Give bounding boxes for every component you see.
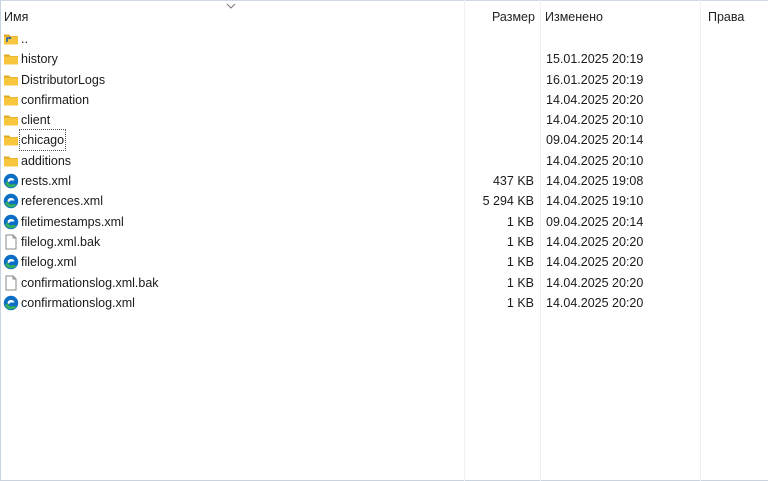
file-size <box>470 110 534 130</box>
list-item[interactable]: chicago 09.04.2025 20:14 <box>0 129 768 152</box>
file-modified: 15.01.2025 20:19 <box>546 52 644 67</box>
file-size: 1 KB <box>506 234 534 249</box>
column-header: Имя Размер Изменено Права <box>0 6 768 28</box>
file-modified: 14.04.2025 19:10 <box>546 194 644 209</box>
column-header-name[interactable]: Имя <box>4 6 28 28</box>
folder-icon <box>3 92 19 108</box>
file-name: client <box>21 113 51 128</box>
file-modified: 09.04.2025 20:14 <box>546 133 644 148</box>
file-size <box>470 151 534 171</box>
list-item[interactable]: confirmation 14.04.2025 20:20 <box>0 90 768 110</box>
list-item[interactable]: client 14.04.2025 20:10 <box>0 110 768 130</box>
list-item[interactable]: filetimestamps.xml 1 KB 09.04.2025 20:14 <box>0 212 768 232</box>
list-item[interactable]: .. <box>0 29 768 49</box>
file-name: rests.xml <box>21 174 71 189</box>
file-size: 437 KB <box>492 174 534 189</box>
file-name: .. <box>21 32 28 46</box>
file-modified: 16.01.2025 20:19 <box>546 72 644 87</box>
file-name: confirmationslog.xml.bak <box>21 275 159 290</box>
parent-folder-icon <box>3 31 19 47</box>
list-item[interactable]: filelog.xml.bak 1 KB 14.04.2025 20:20 <box>0 232 768 252</box>
list-item[interactable]: additions 14.04.2025 20:10 <box>0 151 768 171</box>
folder-icon <box>3 112 19 128</box>
column-header-modified[interactable]: Изменено <box>545 6 603 28</box>
list-item[interactable]: history 15.01.2025 20:19 <box>0 49 768 69</box>
file-size: 1 KB <box>506 295 534 310</box>
list-item[interactable]: filelog.xml 1 KB 14.04.2025 20:20 <box>0 252 768 272</box>
file-size <box>470 29 534 49</box>
edge-file-icon <box>3 295 19 311</box>
file-modified: 14.04.2025 20:20 <box>546 255 644 270</box>
list-item[interactable]: confirmationslog.xml.bak 1 KB 14.04.2025 2… <box>0 273 768 293</box>
column-header-rights[interactable]: Права <box>708 6 744 28</box>
file-modified: 14.04.2025 20:20 <box>546 275 644 290</box>
file-modified: 09.04.2025 20:14 <box>546 214 644 229</box>
file-modified: 14.04.2025 20:20 <box>546 92 644 107</box>
file-name: references.xml <box>21 194 103 209</box>
file-name: DistributorLogs <box>21 72 106 87</box>
list-item[interactable]: confirmationslog.xml 1 KB 14.04.2025 20:20 <box>0 293 768 313</box>
file-modified: 14.04.2025 20:10 <box>546 113 644 128</box>
file-modified: 14.04.2025 20:20 <box>546 295 644 310</box>
file-modified: 14.04.2025 20:20 <box>546 234 644 249</box>
file-size: 1 KB <box>506 214 534 229</box>
folder-icon <box>3 153 19 169</box>
edge-file-icon <box>3 214 19 230</box>
file-name: additions <box>21 153 72 168</box>
file-modified: 14.04.2025 20:10 <box>546 153 644 168</box>
edge-file-icon <box>3 173 19 189</box>
column-header-size[interactable]: Размер <box>492 6 535 28</box>
file-name: confirmationslog.xml <box>21 295 135 310</box>
edge-file-icon <box>3 254 19 270</box>
edge-file-icon <box>3 193 19 209</box>
file-name: history <box>21 52 58 67</box>
file-size <box>470 49 534 69</box>
file-name: filetimestamps.xml <box>21 214 124 229</box>
blank-file-icon <box>3 275 19 291</box>
file-name: chicago <box>18 129 67 152</box>
file-size: 1 KB <box>506 275 534 290</box>
file-size <box>470 130 534 150</box>
blank-file-icon <box>3 234 19 250</box>
file-size <box>470 90 534 110</box>
file-list: .. history 15.01.2025 20:19 DistributorLo… <box>0 29 768 313</box>
list-item[interactable]: rests.xml 437 KB 14.04.2025 19:08 <box>0 171 768 191</box>
list-item[interactable]: references.xml 5 294 KB 14.04.2025 19:10 <box>0 191 768 211</box>
folder-icon <box>3 132 19 148</box>
file-name: confirmation <box>21 92 90 107</box>
file-name: filelog.xml <box>21 255 77 270</box>
folder-icon <box>3 72 19 88</box>
file-size: 5 294 KB <box>482 194 534 209</box>
file-name: filelog.xml.bak <box>21 234 101 249</box>
folder-icon <box>3 51 19 67</box>
file-modified: 14.04.2025 19:08 <box>546 174 644 189</box>
file-size: 1 KB <box>506 255 534 270</box>
list-item[interactable]: DistributorLogs 16.01.2025 20:19 <box>0 70 768 90</box>
file-size <box>470 70 534 90</box>
